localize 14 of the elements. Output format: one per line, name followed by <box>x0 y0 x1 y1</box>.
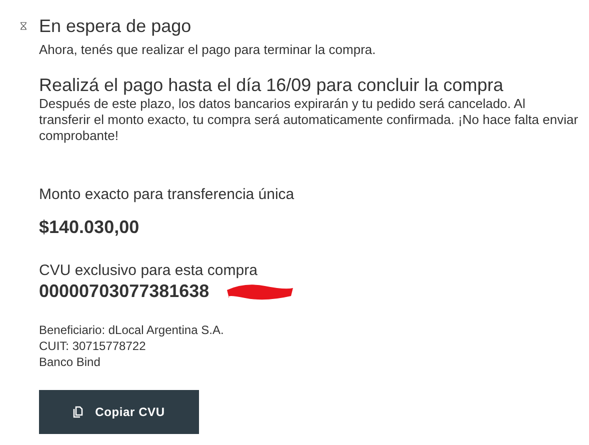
redaction-mark <box>225 282 295 302</box>
amount-value: $140.030,00 <box>39 216 140 238</box>
copy-cvu-button[interactable]: Copiar CVU <box>39 390 199 434</box>
beneficiary-detail: Banco Bind <box>39 354 102 370</box>
cvu-number: 00000703077381638 <box>39 280 210 302</box>
deadline-heading: Realizá el pago hasta el día 16/09 para concluir la compra <box>39 74 504 96</box>
beneficiary-detail: CUIT: 30715778722 <box>39 338 147 354</box>
cvu-label: CVU exclusivo para esta compra <box>39 262 258 280</box>
deadline-text: Después de este plazo, los datos bancarios expirarán y tu pedido será cancelado. Al transferir el monto exacto, tu compra será automaticamente confirmada. ¡No hace falta enviar comprobante! <box>39 96 579 144</box>
status-title: En espera de pago <box>39 15 192 38</box>
beneficiary-detail: Beneficiario: dLocal Argentina S.A. <box>39 322 225 338</box>
amount-label: Monto exacto para transferencia única <box>39 186 296 204</box>
copy-icon <box>73 406 84 418</box>
status-subtitle: Ahora, tenés que realizar el pago para terminar la compra. <box>39 42 377 58</box>
